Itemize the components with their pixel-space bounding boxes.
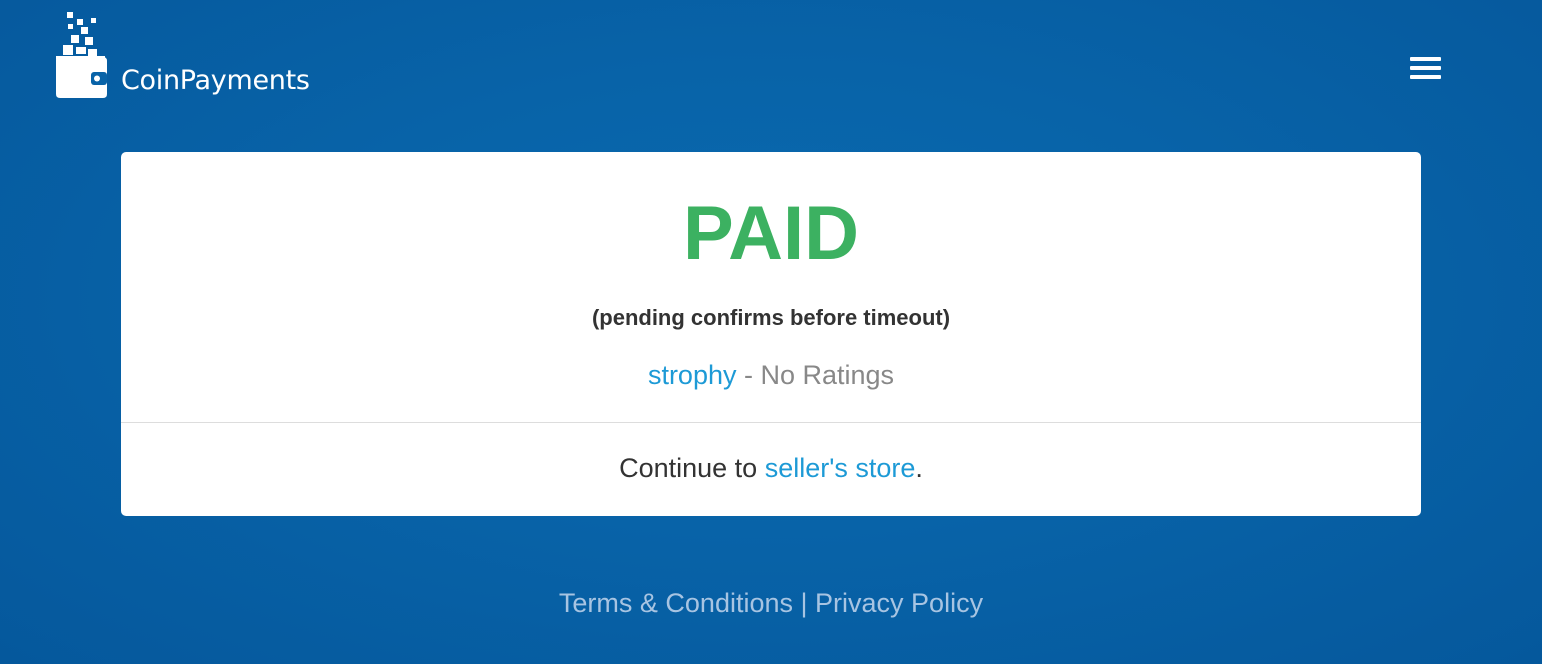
brand-name: CoinPayments	[121, 65, 310, 96]
coinpayments-logo[interactable]: CoinPayments	[55, 10, 310, 98]
terms-link[interactable]: Terms & Conditions	[559, 588, 793, 618]
menu-bar	[1410, 75, 1441, 79]
continue-prefix: Continue to	[619, 453, 765, 483]
payment-status-card: PAID (pending confirms before timeout) s…	[121, 152, 1421, 516]
menu-bar	[1410, 57, 1441, 61]
payment-status-title: PAID	[683, 191, 859, 276]
status-note: (pending confirms before timeout)	[591, 305, 951, 330]
wallet-icon	[55, 12, 109, 98]
seller-separator: -	[736, 360, 761, 390]
footer-separator: |	[793, 588, 816, 618]
footer: Terms & Conditions | Privacy Policy	[0, 590, 1542, 617]
card-divider	[121, 422, 1421, 423]
seller-name-link[interactable]: strophy	[648, 360, 737, 390]
menu-bar	[1410, 66, 1441, 70]
continue-message: Continue to seller's store.	[121, 455, 1421, 482]
hamburger-menu-icon[interactable]	[1410, 56, 1442, 82]
status-section: PAID (pending confirms before timeout) s…	[121, 152, 1421, 422]
seller-store-link[interactable]: seller's store	[765, 453, 916, 483]
continue-suffix: .	[915, 453, 923, 483]
seller-rating: No Ratings	[760, 360, 895, 390]
seller-info: strophy - No Ratings	[121, 362, 1421, 389]
privacy-link[interactable]: Privacy Policy	[815, 588, 983, 618]
